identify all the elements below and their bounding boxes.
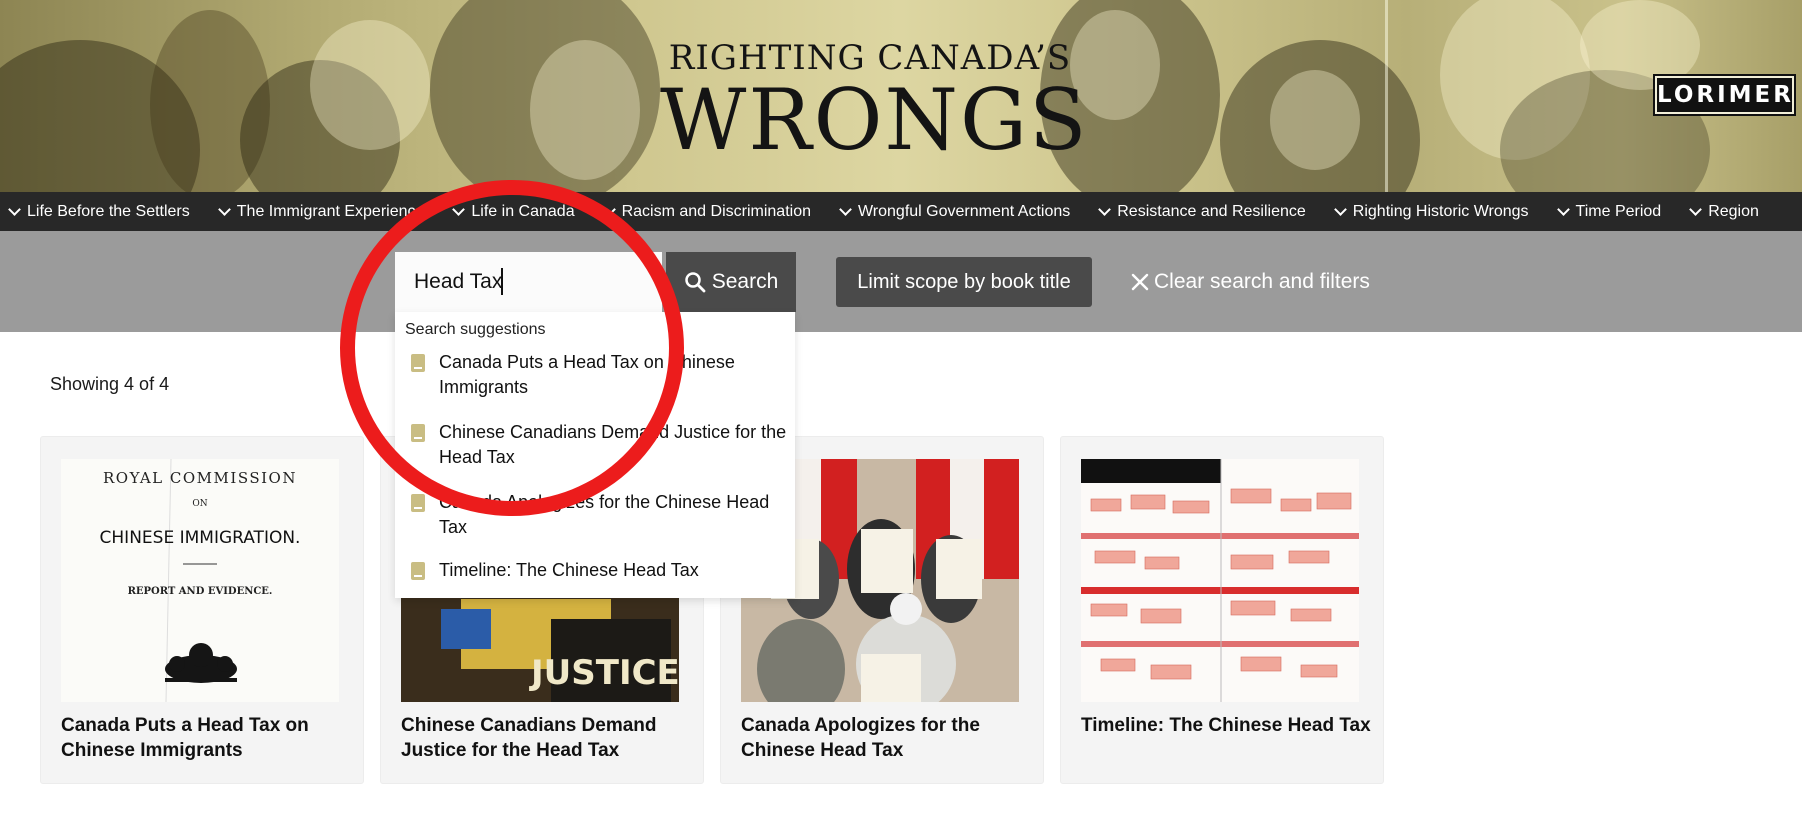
- nav-item-label: Resistance and Resilience: [1117, 202, 1306, 220]
- main-nav: Life Before the Settlers The Immigrant E…: [0, 192, 1802, 231]
- chevron-down-icon: [839, 202, 852, 216]
- results-count: Showing 4 of 4: [50, 374, 170, 394]
- result-card[interactable]: ROYAL COMMISSION ON CHINESE IMMIGRATION.…: [40, 436, 364, 784]
- suggestion-label: Canada Apologizes for the Chinese Head T…: [439, 492, 770, 537]
- nav-item-wrongful-government-actions[interactable]: Wrongful Government Actions: [839, 202, 1071, 221]
- chevron-down-icon: [452, 202, 466, 216]
- suggestion-label: Canada Puts a Head Tax on Chinese Immigr…: [439, 352, 735, 397]
- chevron-down-icon: [1689, 202, 1703, 216]
- nav-item-label: Wrongful Government Actions: [857, 202, 1071, 220]
- clear-search-label: Clear search and filters: [1154, 270, 1370, 293]
- nav-item-region[interactable]: Region: [1689, 202, 1759, 221]
- nav-item-label: Righting Historic Wrongs: [1352, 202, 1529, 220]
- site-title-line2: WRONGS: [660, 71, 1089, 169]
- search-input[interactable]: [395, 252, 662, 312]
- nav-item-immigrant-experience[interactable]: The Immigrant Experience: [217, 202, 425, 221]
- nav-item-label: Racism and Discrimination: [621, 202, 811, 220]
- suggestion-label: Chinese Canadians Demand Justice for the…: [439, 422, 787, 467]
- card-title: Chinese Canadians Demand Justice for the…: [401, 715, 657, 761]
- chevron-down-icon: [1098, 202, 1112, 216]
- chevron-down-icon: [8, 202, 21, 216]
- close-icon: [1131, 273, 1149, 291]
- cover-line-1: ROYAL COMMISSION: [103, 469, 297, 487]
- document-cover-image: ROYAL COMMISSION ON CHINESE IMMIGRATION.…: [61, 459, 339, 702]
- search-icon: [684, 272, 706, 293]
- cover-line-2: ON: [192, 499, 207, 509]
- card-title: Timeline: The Chinese Head Tax: [1081, 715, 1371, 736]
- card-thumbnail: ROYAL COMMISSION ON CHINESE IMMIGRATION.…: [61, 459, 339, 702]
- chevron-down-icon: [1333, 202, 1347, 216]
- suggestion-label: Timeline: The Chinese Head Tax: [439, 560, 699, 580]
- header-banner: RIGHTING CANADA’S WRONGS LORIMER: [0, 0, 1802, 192]
- suggestion-item[interactable]: Canada Apologizes for the Chinese Head T…: [395, 490, 795, 540]
- book-icon: [411, 354, 425, 372]
- nav-item-life-in-canada[interactable]: Life in Canada: [452, 202, 575, 221]
- search-button-label: Search: [711, 270, 779, 293]
- cover-line-3: CHINESE IMMIGRATION.: [100, 528, 301, 548]
- site-title[interactable]: RIGHTING CANADA’S WRONGS: [660, 38, 1089, 169]
- limit-scope-button[interactable]: Limit scope by book title: [836, 257, 1092, 307]
- result-card[interactable]: Timeline: The Chinese Head Tax: [1060, 436, 1384, 784]
- card-title: Canada Puts a Head Tax on Chinese Immigr…: [61, 715, 309, 761]
- suggestions-heading: Search suggestions: [405, 321, 546, 338]
- justice-sign-text: JUSTICE: [529, 653, 679, 693]
- card-title: Canada Apologizes for the Chinese Head T…: [741, 715, 980, 761]
- book-icon: [411, 562, 425, 580]
- nav-item-racism-discrimination[interactable]: Racism and Discrimination: [602, 202, 811, 221]
- search-suggestions-dropdown: Search suggestions Canada Puts a Head Ta…: [395, 312, 795, 598]
- text-cursor: [501, 268, 503, 295]
- nav-item-label: Time Period: [1575, 202, 1662, 220]
- suggestion-item[interactable]: Timeline: The Chinese Head Tax: [395, 558, 795, 583]
- nav-item-label: Life Before the Settlers: [27, 202, 190, 220]
- clear-search-button[interactable]: Clear search and filters: [1130, 257, 1370, 307]
- chevron-down-icon: [1556, 202, 1570, 216]
- nav-item-label: The Immigrant Experience: [236, 202, 425, 220]
- chevron-down-icon: [217, 202, 231, 216]
- cover-line-4: REPORT AND EVIDENCE.: [128, 586, 273, 597]
- timeline-diagram-image: [1081, 459, 1359, 702]
- nav-item-label: Region: [1708, 202, 1759, 220]
- suggestion-item[interactable]: Canada Puts a Head Tax on Chinese Immigr…: [395, 350, 795, 400]
- publisher-logo[interactable]: LORIMER: [1653, 74, 1796, 116]
- chevron-down-icon: [602, 202, 616, 216]
- card-thumbnail: [1081, 459, 1359, 702]
- book-icon: [411, 494, 425, 512]
- book-icon: [411, 424, 425, 442]
- nav-item-time-period[interactable]: Time Period: [1556, 202, 1662, 221]
- nav-item-label: Life in Canada: [471, 202, 575, 220]
- nav-item-righting-historic-wrongs[interactable]: Righting Historic Wrongs: [1333, 202, 1529, 221]
- suggestion-item[interactable]: Chinese Canadians Demand Justice for the…: [395, 420, 795, 470]
- search-button[interactable]: Search: [666, 252, 796, 312]
- nav-item-resistance-resilience[interactable]: Resistance and Resilience: [1098, 202, 1306, 221]
- nav-item-life-before-settlers[interactable]: Life Before the Settlers: [8, 202, 190, 221]
